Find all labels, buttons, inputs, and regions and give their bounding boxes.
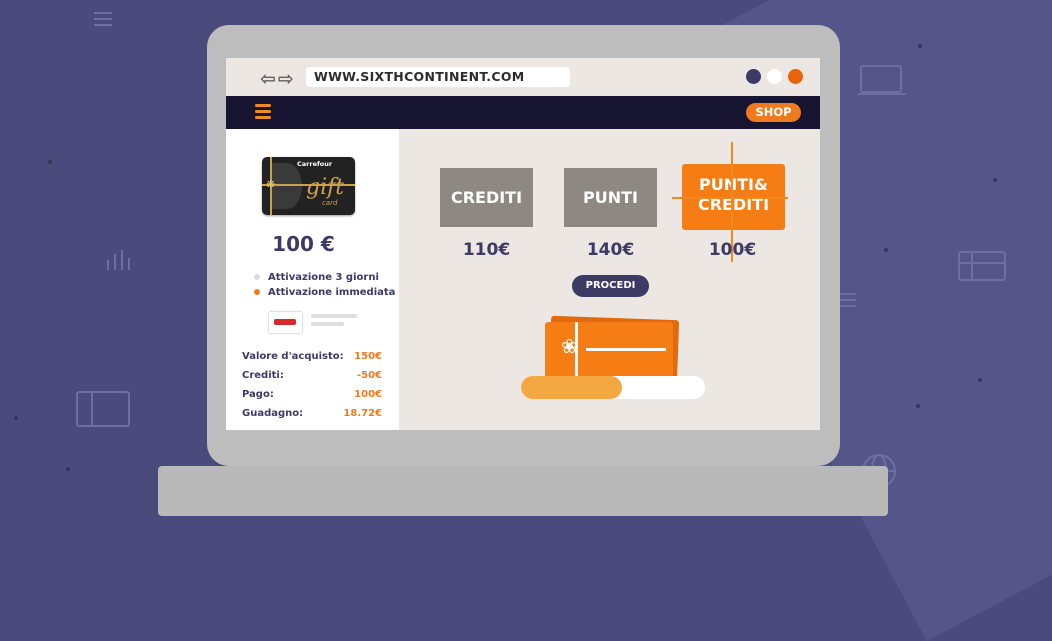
brand-logo (269, 312, 302, 333)
option-price: 110€ (462, 240, 511, 260)
summary-label: Valore d'acquisto: (242, 351, 344, 362)
browser-screen: ⇦ ⇨ WWW.SIXTHCONTINENT.COM SHOP ❋ Carrefo… (226, 58, 820, 430)
procedi-button[interactable]: PROCEDI (572, 275, 649, 297)
bg-dot (918, 44, 922, 48)
bow-icon: ❀ (561, 334, 578, 358)
gift-card-image[interactable]: ❋ Carrefour gift card (262, 157, 355, 215)
forward-arrow-icon[interactable]: ⇨ (278, 68, 294, 90)
progress-bar (521, 376, 705, 399)
site-navbar: SHOP (226, 96, 820, 129)
list-doodle-icon (94, 12, 112, 26)
option-punti-button[interactable]: PUNTI (564, 168, 657, 227)
bg-dot (884, 248, 888, 252)
gift-card-subtext: card (322, 199, 338, 207)
bg-dot (993, 178, 997, 182)
gift-card-text: gift (306, 175, 345, 200)
hamburger-menu-icon[interactable] (255, 104, 271, 120)
summary-label: Guadagno: (242, 408, 304, 419)
summary-label: Crediti: (242, 370, 284, 381)
window-dot-white[interactable] (767, 69, 782, 84)
menu-doodle-icon (840, 293, 856, 307)
activation-option[interactable]: Attivazione immediata (254, 287, 395, 298)
gift-doodle-icon (958, 251, 1006, 281)
browser-bar: ⇦ ⇨ WWW.SIXTHCONTINENT.COM (226, 58, 820, 96)
bg-dot (66, 467, 70, 471)
bg-dot (14, 416, 18, 420)
activation-option-label: Attivazione 3 giorni (268, 272, 379, 283)
placeholder-line (311, 322, 344, 326)
bow-icon: ❋ (266, 178, 276, 191)
activation-option[interactable]: Attivazione 3 giorni (254, 272, 379, 283)
option-crediti-button[interactable]: CREDITI (440, 168, 533, 227)
nav-arrows: ⇦ ⇨ (260, 68, 296, 90)
product-panel: ❋ Carrefour gift card 100 € Attivazione … (226, 129, 399, 430)
shop-button[interactable]: SHOP (746, 103, 801, 122)
crosshair-horizontal (672, 197, 788, 199)
progress-fill (521, 376, 623, 399)
summary-value: 150€ (354, 351, 382, 362)
radio-dot-icon (254, 289, 260, 295)
gift-card-brand: Carrefour (297, 160, 333, 168)
option-price: 100€ (708, 240, 757, 260)
placeholder-line (311, 314, 357, 318)
bg-dot (48, 160, 52, 164)
gift-card-shape (272, 163, 302, 209)
url-bar[interactable]: WWW.SIXTHCONTINENT.COM (306, 67, 570, 87)
summary-label: Pago: (242, 389, 274, 400)
summary-value: 18.72€ (343, 408, 382, 419)
chart-doodle-icon (107, 250, 130, 270)
bg-dot (916, 404, 920, 408)
option-price: 140€ (586, 240, 635, 260)
activation-option-label: Attivazione immediata (268, 287, 396, 298)
summary-value: 100€ (354, 389, 382, 400)
bg-dot (978, 378, 982, 382)
back-arrow-icon[interactable]: ⇦ (260, 68, 276, 90)
card-doodle-icon (76, 391, 130, 427)
envelope-line (586, 348, 666, 351)
laptop-doodle-icon (858, 65, 906, 95)
laptop-base (158, 466, 888, 516)
window-dot-navy[interactable] (746, 69, 761, 84)
window-dot-orange[interactable] (788, 69, 803, 84)
gift-card-amount: 100 € (272, 232, 335, 256)
summary-value: -50€ (356, 370, 382, 381)
radio-dot-icon (254, 274, 260, 280)
